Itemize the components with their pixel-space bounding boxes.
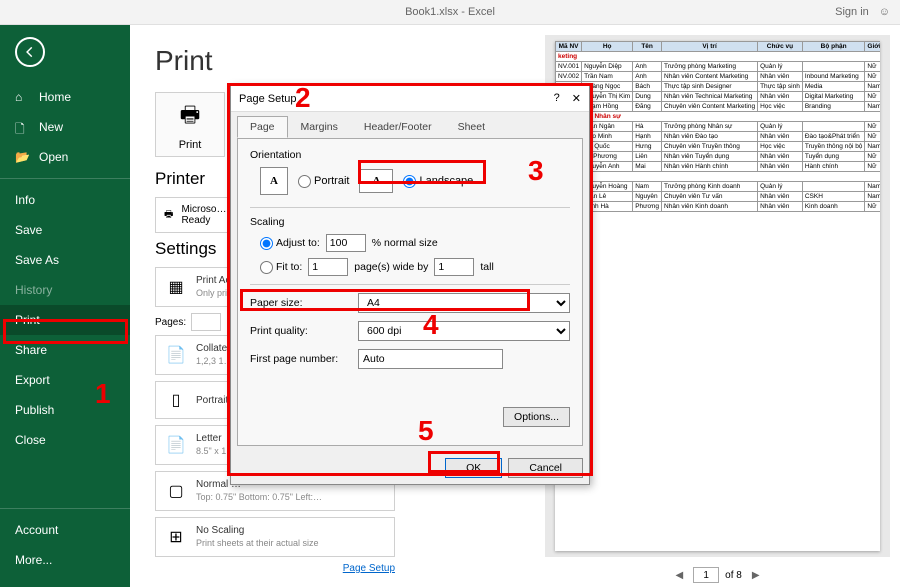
options-button[interactable]: Options... [503, 407, 570, 427]
radio-portrait[interactable]: Portrait [298, 175, 349, 188]
tab-header-footer[interactable]: Header/Footer [351, 116, 445, 138]
sidebar-item-info[interactable]: Info [0, 185, 130, 215]
radio-fit[interactable]: Fit to: [260, 261, 302, 274]
fit-tall-input[interactable] [434, 258, 474, 276]
sidebar-item-history[interactable]: History [0, 275, 130, 305]
sidebar-item-save[interactable]: Save [0, 215, 130, 245]
sidebar-item-close[interactable]: Close [0, 425, 130, 455]
page-setup-dialog: Page Setup ? ✕ Page Margins Header/Foote… [230, 85, 590, 485]
back-button[interactable] [15, 37, 45, 67]
print-quality-label: Print quality: [250, 325, 350, 337]
scaling-icon: ⊞ [164, 525, 188, 549]
sidebar-item-share[interactable]: Share [0, 335, 130, 365]
tab-page[interactable]: Page [237, 116, 288, 138]
printer-status-icon: 🖶 [164, 207, 173, 224]
first-page-input[interactable] [358, 349, 503, 369]
sidebar-item-publish[interactable]: Publish [0, 395, 130, 425]
print-quality-select[interactable]: 600 dpi [358, 321, 570, 341]
portrait-icon: A [260, 167, 288, 195]
printer-icon: 🖶 [180, 98, 201, 136]
fit-wide-input[interactable] [308, 258, 348, 276]
new-icon: 🗋 [15, 120, 29, 134]
print-preview: Mã NVHọTênVị tríChức vụBộ phậnGiới tínhN… [545, 35, 890, 557]
paper-icon: 📄 [164, 433, 188, 457]
preview-table: Mã NVHọTênVị tríChức vụBộ phậnGiới tínhN… [555, 41, 880, 212]
next-page-button[interactable]: ▶ [748, 570, 764, 581]
titlebar: Book1.xlsx - Excel Sign in ☺ [0, 0, 900, 25]
collate-icon: 📄 [164, 343, 188, 367]
dialog-tabs: Page Margins Header/Footer Sheet [231, 112, 589, 138]
radio-adjust[interactable]: Adjust to: [260, 237, 320, 250]
preview-page: Mã NVHọTênVị tríChức vụBộ phậnGiới tínhN… [555, 41, 880, 551]
landscape-icon: A [359, 169, 393, 193]
open-icon: 📂 [15, 150, 29, 164]
page-setup-link[interactable]: Page Setup [155, 563, 395, 574]
sidebar-item-print[interactable]: Print [0, 305, 130, 335]
ok-button[interactable]: OK [445, 458, 502, 478]
signin-icon[interactable]: ☺ [879, 6, 890, 18]
tab-sheet[interactable]: Sheet [445, 116, 498, 138]
sidebar-item-account[interactable]: Account [0, 515, 130, 545]
sidebar-item-new[interactable]: 🗋New [0, 112, 130, 142]
sidebar-item-open[interactable]: 📂Open [0, 142, 130, 172]
print-button[interactable]: 🖶 Print [155, 92, 225, 157]
setting-scaling[interactable]: ⊞ No ScalingPrint sheets at their actual… [155, 517, 395, 557]
adjust-percent-input[interactable] [326, 234, 366, 252]
sheets-icon: ▦ [164, 275, 188, 299]
radio-landscape[interactable]: Landscape [403, 175, 473, 188]
dialog-titlebar[interactable]: Page Setup ? ✕ [231, 86, 589, 112]
orientation-icon: ▯ [164, 388, 188, 412]
signin-link[interactable]: Sign in [835, 6, 869, 18]
margins-icon: ▢ [164, 479, 188, 503]
sidebar-item-export[interactable]: Export [0, 365, 130, 395]
home-icon: ⌂ [15, 90, 29, 104]
close-icon[interactable]: ✕ [572, 92, 581, 105]
preview-nav: ◀ of 8 ▶ [545, 567, 890, 583]
app-title: Book1.xlsx - Excel [405, 6, 495, 18]
dialog-body: Orientation A Portrait A Landscape Scali… [237, 138, 583, 446]
tab-margins[interactable]: Margins [288, 116, 351, 138]
page-number-input[interactable] [693, 567, 719, 583]
help-icon[interactable]: ? [554, 92, 560, 105]
scaling-label: Scaling [250, 216, 570, 228]
pages-from-input[interactable] [191, 313, 221, 331]
dialog-title: Page Setup [239, 93, 297, 105]
sidebar-item-home[interactable]: ⌂Home [0, 82, 130, 112]
sidebar-item-more[interactable]: More... [0, 545, 130, 575]
prev-page-button[interactable]: ◀ [671, 570, 687, 581]
first-page-label: First page number: [250, 353, 350, 365]
orientation-label: Orientation [250, 149, 570, 161]
page-of-label: of 8 [725, 570, 742, 581]
cancel-button[interactable]: Cancel [508, 458, 583, 478]
paper-size-select[interactable]: A4 [358, 293, 570, 313]
paper-size-label: Paper size: [250, 297, 350, 309]
sidebar-item-saveas[interactable]: Save As [0, 245, 130, 275]
backstage-sidebar: ⌂Home 🗋New 📂Open Info Save Save As Histo… [0, 25, 130, 587]
